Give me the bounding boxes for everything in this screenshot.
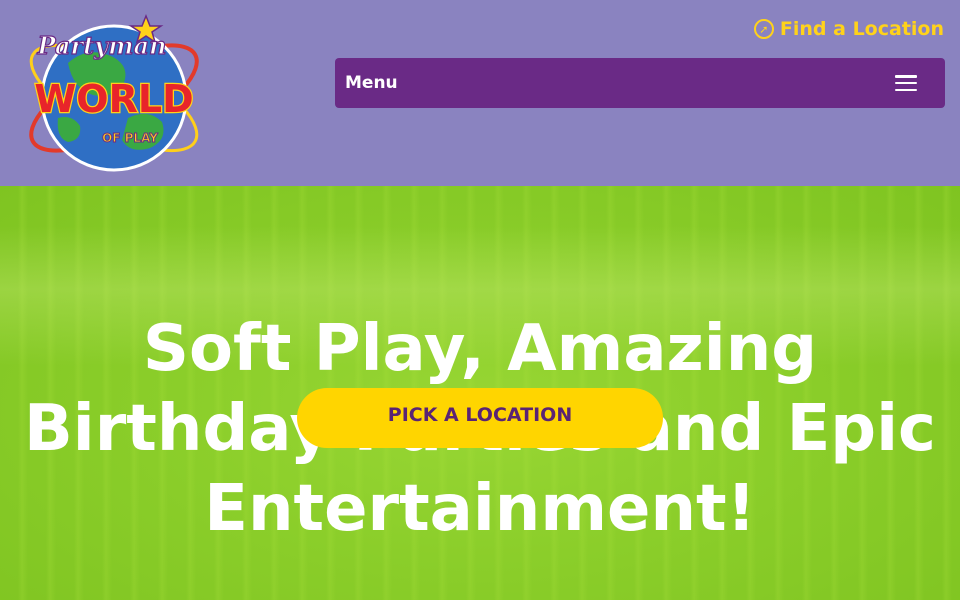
hamburger-icon[interactable] xyxy=(895,75,917,91)
logo-script-text: Partyman xyxy=(36,31,166,60)
find-location-link[interactable]: ➚ Find a Location xyxy=(753,16,944,42)
menu-label: Menu xyxy=(345,73,398,93)
compass-icon: ➚ xyxy=(753,19,774,39)
pick-location-button[interactable]: PICK A LOCATION xyxy=(297,388,663,448)
logo-sub-text: OF PLAY xyxy=(102,131,158,145)
partyman-world-of-play-logo[interactable]: Partyman WORLD OF PLAY xyxy=(18,8,210,180)
logo-graphic: Partyman WORLD OF PLAY xyxy=(29,13,199,172)
find-location-label: Find a Location xyxy=(779,18,944,40)
logo-main-text: WORLD xyxy=(34,77,193,121)
site-header: Partyman WORLD OF PLAY ➚ Find a Location… xyxy=(0,0,960,186)
menu-bar[interactable]: Menu xyxy=(335,58,945,108)
